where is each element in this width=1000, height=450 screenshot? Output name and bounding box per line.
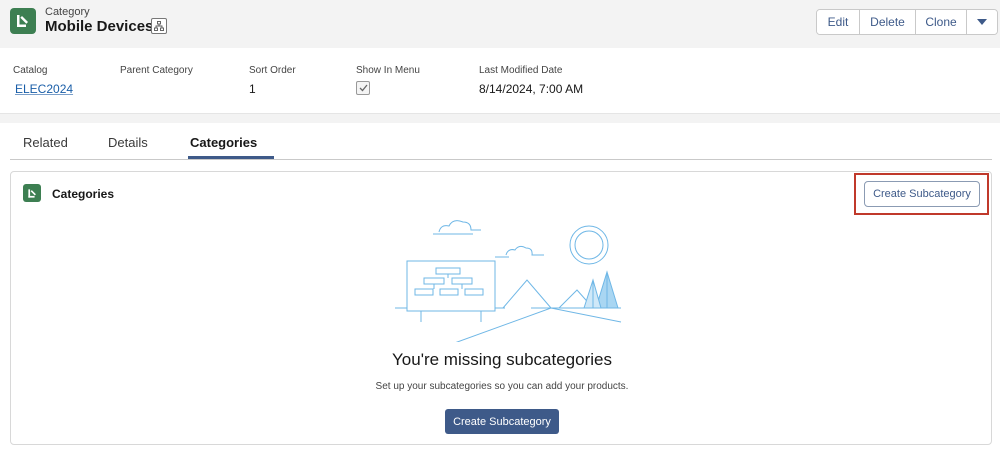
parent-category-label: Parent Category <box>120 65 193 76</box>
view-hierarchy-icon[interactable] <box>151 18 167 34</box>
delete-button[interactable]: Delete <box>860 10 916 34</box>
show-in-menu-field: Show In Menu <box>356 65 420 95</box>
edit-button[interactable]: Edit <box>817 10 860 34</box>
last-modified-label: Last Modified Date <box>479 65 563 76</box>
empty-state-title: You're missing subcategories <box>392 350 612 369</box>
record-header: Category Mobile Devices Edit Delete Clon… <box>0 0 1000 48</box>
empty-state-subtitle: Set up your subcategories so you can add… <box>375 381 629 392</box>
category-card-icon <box>23 184 41 202</box>
object-type-label: Category <box>45 6 90 18</box>
record-title: Mobile Devices <box>45 18 154 35</box>
main-content: Related Details Categories Categories Cr… <box>0 123 1000 450</box>
tab-details[interactable]: Details <box>108 135 148 150</box>
create-subcategory-header-button[interactable]: Create Subcategory <box>864 181 980 207</box>
tab-related[interactable]: Related <box>23 135 68 150</box>
catalog-field: Catalog ELEC2024 <box>13 65 73 96</box>
tab-categories[interactable]: Categories <box>190 135 257 150</box>
categories-card: Categories Create Subcategory You're mis… <box>10 171 992 445</box>
tab-bar: Related Details Categories <box>10 123 992 160</box>
record-actions: Edit Delete Clone <box>816 9 998 35</box>
checkmark-icon <box>359 84 368 92</box>
last-modified-field: Last Modified Date 8/14/2024, 7:00 AM <box>479 65 583 96</box>
sort-order-value: 1 <box>249 82 256 96</box>
catalog-label: Catalog <box>13 65 48 76</box>
clone-button[interactable]: Clone <box>916 10 967 34</box>
chevron-down-icon <box>977 18 987 25</box>
more-actions-button[interactable] <box>967 10 997 34</box>
highlights-panel: Catalog ELEC2024 Parent Category Sort Or… <box>0 48 1000 114</box>
catalog-link[interactable]: ELEC2024 <box>15 82 73 96</box>
sort-order-field: Sort Order 1 <box>249 65 296 96</box>
card-title: Categories <box>52 187 115 201</box>
empty-state-illustration <box>395 220 622 342</box>
show-in-menu-checkbox <box>356 81 370 95</box>
last-modified-value: 8/14/2024, 7:00 AM <box>479 82 584 96</box>
sort-order-label: Sort Order <box>249 65 296 76</box>
parent-category-field: Parent Category <box>120 65 193 82</box>
create-subcategory-button[interactable]: Create Subcategory <box>445 409 559 434</box>
category-object-icon <box>10 8 36 34</box>
section-divider <box>0 115 1000 123</box>
show-in-menu-label: Show In Menu <box>356 65 420 76</box>
active-tab-indicator <box>188 156 274 159</box>
